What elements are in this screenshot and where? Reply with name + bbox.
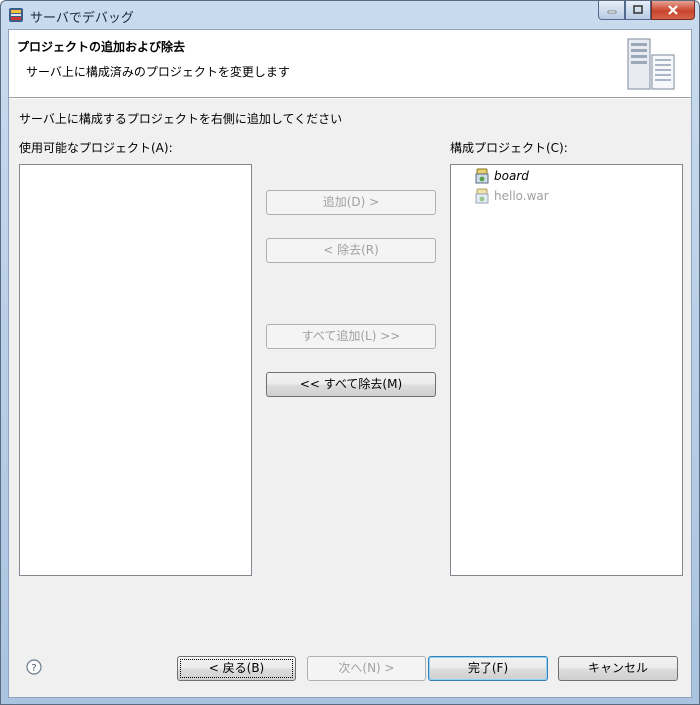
close-icon [668,5,678,15]
svg-text:?: ? [31,663,36,674]
page-title: プロジェクトの追加および除去 [17,40,186,54]
minimize-button[interactable] [598,1,625,20]
next-button[interactable]: 次へ(N) > [307,656,426,681]
server-icon [627,38,675,90]
remove-button[interactable]: < 除去(R) [266,238,436,263]
add-all-button[interactable]: すべて追加(L) >> [266,324,436,349]
wizard-header: プロジェクトの追加および除去 サーバ上に構成済みのプロジェクトを変更します [9,30,691,98]
instruction-text: サーバ上に構成するプロジェクトを右側に追加してください [19,112,343,126]
minimize-icon [607,10,616,14]
project-name: board [494,169,529,183]
back-button[interactable]: < 戻る(B) [177,656,296,681]
title-bar[interactable]: サーバでデバッグ [1,1,699,29]
wizard-body: サーバ上に構成するプロジェクトを右側に追加してください 使用可能なプロジェクト(… [9,99,691,697]
remove-all-button[interactable]: << すべて除去(M) [266,372,436,397]
dialog-window: サーバでデバッグ プロジェクトの追加および除去 サーバ上に構成済みのプロジェクト… [0,0,700,705]
page-description: サーバ上に構成済みのプロジェクトを変更します [26,65,290,79]
cancel-button[interactable]: キャンセル [558,656,678,681]
available-projects-label: 使用可能なプロジェクト(A): [19,141,173,155]
window-title: サーバでデバッグ [30,11,134,26]
add-button[interactable]: 追加(D) > [266,190,436,215]
web-module-icon [475,188,489,204]
list-item-hello-war[interactable]: hello.war [475,187,549,205]
configured-projects-list[interactable]: board hello.war [450,164,683,576]
list-item-board[interactable]: board [475,167,529,185]
help-icon[interactable]: ? [26,659,42,675]
dialog-client: プロジェクトの追加および除去 サーバ上に構成済みのプロジェクトを変更します サー… [8,29,692,698]
project-name: hello.war [494,189,549,203]
close-button[interactable] [651,1,695,20]
maximize-button[interactable] [625,1,651,20]
maximize-icon [633,5,643,14]
finish-button[interactable]: 完了(F) [428,656,548,681]
available-projects-list[interactable] [19,164,252,576]
web-module-icon [475,168,489,184]
configured-projects-label: 構成プロジェクト(C): [450,141,568,155]
app-icon [9,8,23,22]
